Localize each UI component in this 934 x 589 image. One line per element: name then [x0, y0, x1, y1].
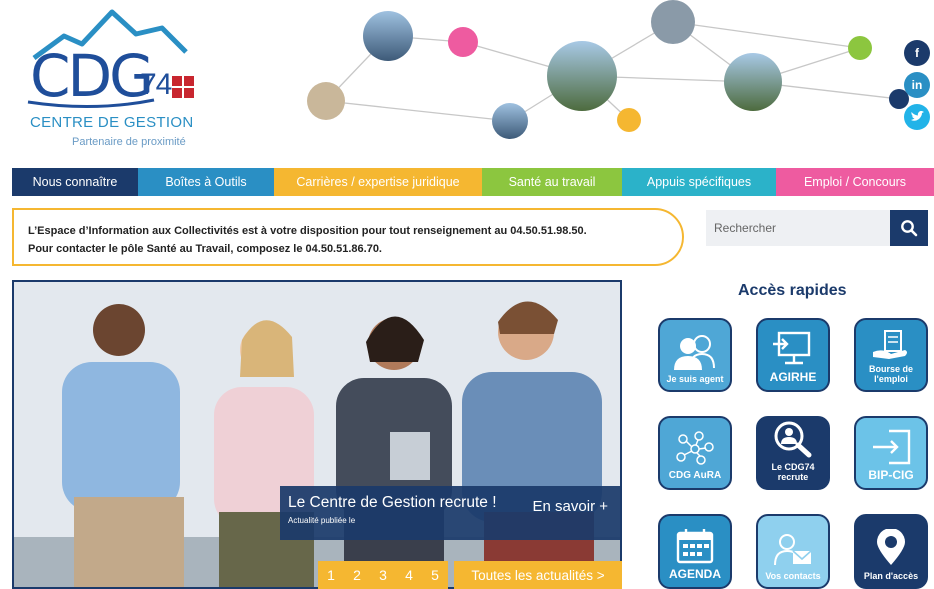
tile-agenda[interactable]: AGENDA [658, 514, 732, 589]
read-more-link[interactable]: En savoir + [533, 498, 608, 515]
slider-pager: 1 2 3 4 5 Toutes les actualités > [318, 561, 622, 589]
search-icon [901, 220, 918, 237]
photo-circle-church [307, 82, 345, 120]
search-bar [706, 210, 928, 246]
network-icon [676, 431, 714, 465]
computer-icon [773, 331, 811, 365]
tile-label: CDG AuRA [668, 470, 722, 481]
map-pin-icon [877, 529, 905, 565]
contact-mail-icon [774, 534, 812, 566]
tile-label: Le CDG74 recrute [771, 462, 815, 482]
slide-caption[interactable]: Le Centre de Gestion recrute ! En savoir… [280, 486, 620, 540]
facebook-icon[interactable]: f [904, 40, 930, 66]
tile-label: BIP-CIG [868, 468, 914, 482]
search-button[interactable] [890, 210, 928, 246]
nav-boites-a-outils[interactable]: Boîtes à Outils [138, 168, 274, 196]
pager-1[interactable]: 1 [318, 561, 344, 589]
pager-5[interactable]: 5 [422, 561, 448, 589]
photo-circle-mountains [363, 11, 413, 61]
green-dot [848, 36, 872, 60]
news-slider[interactable] [12, 280, 622, 589]
tile-bip-cig[interactable]: BIP-CIG [854, 416, 928, 490]
calendar-icon [676, 529, 714, 564]
main-navigation: Nous connaître Boîtes à Outils Carrières… [12, 168, 934, 196]
tile-bourse-emploi[interactable]: Bourse de l'emploi [854, 318, 928, 392]
pink-dot [448, 27, 478, 57]
network-banner [307, 0, 909, 139]
search-input[interactable] [706, 210, 890, 246]
tile-plan-acces[interactable]: Plan d'accès [854, 514, 928, 589]
tile-cdg74-recrute[interactable]: Le CDG74 recrute [756, 416, 830, 490]
photo-circle-valley [547, 41, 617, 111]
hand-doc-icon [873, 330, 907, 359]
tile-label: AGENDA [668, 567, 721, 581]
pager-3[interactable]: 3 [370, 561, 396, 589]
nav-carrieres[interactable]: Carrières / expertise juridique [274, 168, 482, 196]
photo-circle-castle [724, 53, 782, 111]
photo-circle-lake [492, 103, 528, 139]
tile-label: AGIRHE [769, 370, 817, 384]
tile-vos-contacts[interactable]: Vos contacts [756, 514, 830, 589]
nav-emploi-concours[interactable]: Emploi / Concours [776, 168, 934, 196]
all-news-link[interactable]: Toutes les actualités > [454, 561, 622, 589]
twitter-icon[interactable] [904, 104, 930, 130]
tile-cdg-aura[interactable]: CDG AuRA [658, 416, 732, 490]
tile-label: Plan d'accès [863, 571, 919, 581]
logo-tagline: Partenaire de proximité [72, 136, 186, 148]
linkedin-icon[interactable]: in [904, 72, 930, 98]
site-logo[interactable]: CDG 74 CENTRE DE GESTION Partenaire de p… [24, 8, 204, 158]
nav-appuis-specifiques[interactable]: Appuis spécifiques [622, 168, 776, 196]
info-line-1: L’Espace d’Information aux Collectivités… [28, 225, 587, 237]
orange-dot [617, 108, 641, 132]
nav-sante-au-travail[interactable]: Santé au travail [482, 168, 622, 196]
info-line-2: Pour contacter le pôle Santé au Travail,… [28, 243, 382, 255]
tile-agirhe[interactable]: AGIRHE [756, 318, 830, 392]
tile-label: Bourse de l'emploi [868, 364, 913, 384]
tile-label: Je suis agent [666, 374, 724, 384]
pager-2[interactable]: 2 [344, 561, 370, 589]
quick-access-title: Accès rapides [738, 282, 847, 299]
tile-label: Vos contacts [765, 571, 821, 581]
magnifier-person-icon [774, 421, 812, 458]
users-icon [674, 335, 715, 370]
slide-date: Actualité publiée le [288, 516, 356, 525]
photo-circle-village [651, 0, 695, 44]
nav-nous-connaitre[interactable]: Nous connaître [12, 168, 138, 196]
pager-4[interactable]: 4 [396, 561, 422, 589]
bird-icon [911, 111, 924, 121]
info-banner: L’Espace d’Information aux Collectivités… [12, 208, 684, 266]
people-photo [14, 282, 620, 587]
logo-subtitle: CENTRE DE GESTION [30, 114, 194, 131]
login-icon [873, 429, 911, 465]
tile-je-suis-agent[interactable]: Je suis agent [658, 318, 732, 392]
